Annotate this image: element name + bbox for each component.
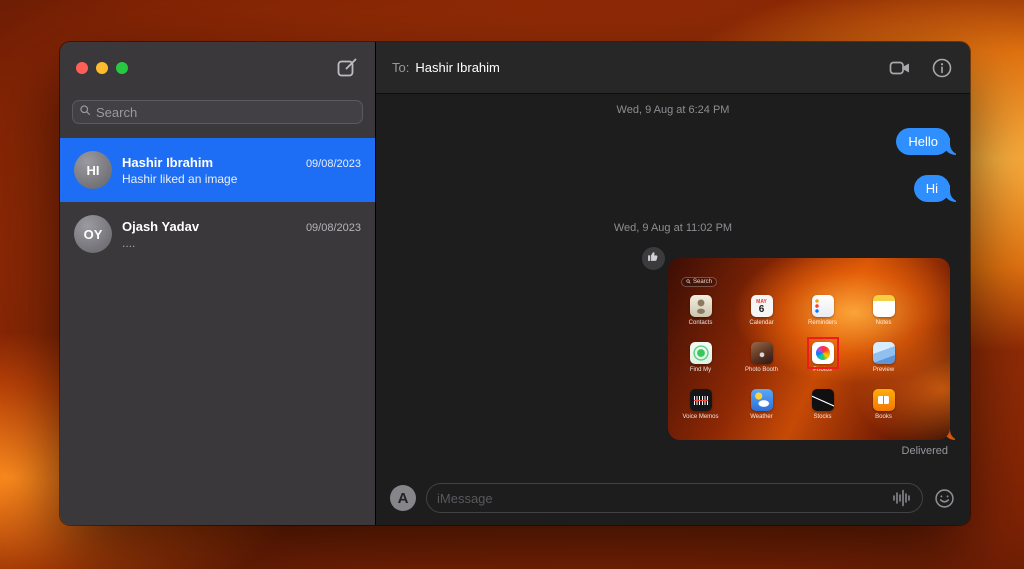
stocks-icon <box>812 389 834 411</box>
app-findmy: Find My <box>670 342 731 373</box>
delivery-status: Delivered <box>902 445 948 457</box>
video-camera-icon <box>888 68 912 83</box>
voicememos-icon <box>690 389 712 411</box>
imessage-apps-button[interactable]: A <box>390 485 416 511</box>
conversation-preview: Hashir liked an image <box>122 172 361 186</box>
recipient-field[interactable]: To: Hashir Ibrahim <box>392 60 870 75</box>
conversation-item-ojash[interactable]: OY Ojash Yadav 09/08/2023 .... <box>60 202 375 266</box>
conversation-date: 09/08/2023 <box>306 158 361 170</box>
conversation-name: Ojash Yadav <box>122 219 199 234</box>
app-photos: Photos <box>792 342 853 373</box>
search-icon <box>79 103 91 121</box>
conversation-sidebar: HI Hashir Ibrahim 09/08/2023 Hashir like… <box>60 42 375 525</box>
audio-waveform-icon <box>892 495 912 510</box>
details-button[interactable] <box>930 56 954 80</box>
app-preview: Preview <box>853 342 914 373</box>
compose-new-message-button[interactable] <box>335 56 359 80</box>
sent-message: Hi <box>914 175 950 202</box>
books-icon <box>873 389 895 411</box>
conversation-list[interactable]: HI Hashir Ibrahim 09/08/2023 Hashir like… <box>60 138 375 266</box>
app-photobooth: Photo Booth <box>731 342 792 373</box>
search-input[interactable] <box>96 105 356 120</box>
reminders-icon <box>812 295 834 317</box>
minimize-button[interactable] <box>96 62 108 74</box>
timestamp: Wed, 9 Aug at 6:24 PM <box>617 104 730 116</box>
audio-message-button[interactable] <box>892 489 912 507</box>
app-stocks: Stocks <box>792 389 853 420</box>
conversation-item-hashir[interactable]: HI Hashir Ibrahim 09/08/2023 Hashir like… <box>60 138 375 202</box>
emoji-picker-button[interactable] <box>933 487 956 510</box>
weather-icon <box>751 389 773 411</box>
contacts-icon <box>690 295 712 317</box>
zoom-button[interactable] <box>116 62 128 74</box>
sent-message: Hello <box>896 128 950 155</box>
message-bubble: Hello <box>896 128 950 155</box>
messages-window: HI Hashir Ibrahim 09/08/2023 Hashir like… <box>60 42 970 525</box>
conversation-date: 09/08/2023 <box>306 222 361 234</box>
app-calendar: MAY 6 Calendar <box>731 295 792 326</box>
app-reminders: Reminders <box>792 295 853 326</box>
launchpad-search-label: Search <box>693 279 712 285</box>
chat-pane: To: Hashir Ibrahim <box>375 42 970 525</box>
imessage-input[interactable] <box>437 491 884 506</box>
app-contacts: Contacts <box>670 295 731 326</box>
search-field[interactable] <box>72 100 363 124</box>
avatar: HI <box>74 151 112 189</box>
emoji-smiley-icon <box>933 498 956 513</box>
video-call-button[interactable] <box>888 56 912 80</box>
notes-icon <box>873 295 895 317</box>
app-books: Books <box>853 389 914 420</box>
message-input-field[interactable] <box>426 483 923 513</box>
to-label: To: <box>392 60 409 75</box>
chat-header: To: Hashir Ibrahim <box>376 42 970 94</box>
conversation-preview: .... <box>122 236 361 250</box>
sidebar-header <box>60 42 375 94</box>
magnifier-icon <box>686 279 691 286</box>
avatar: OY <box>74 215 112 253</box>
thumbs-up-icon <box>647 250 660 268</box>
info-icon <box>930 68 954 83</box>
sent-image-message[interactable]: Search Contacts MAY 6 Calendar <box>668 258 950 440</box>
app-store-icon: A <box>398 490 409 507</box>
preview-icon <box>873 342 895 364</box>
photobooth-icon <box>751 342 773 364</box>
message-bubble: Hi <box>914 175 950 202</box>
compose-icon <box>335 68 359 83</box>
timestamp: Wed, 9 Aug at 11:02 PM <box>614 222 732 234</box>
conversation-name: Hashir Ibrahim <box>122 155 213 170</box>
recipient-name: Hashir Ibrahim <box>415 60 500 75</box>
message-composer: A <box>376 471 970 525</box>
window-controls <box>76 62 128 74</box>
message-transcript[interactable]: Wed, 9 Aug at 6:24 PM Hello Hi Wed, 9 Au… <box>376 94 970 471</box>
close-button[interactable] <box>76 62 88 74</box>
tapback-badge[interactable] <box>640 245 667 272</box>
findmy-icon <box>690 342 712 364</box>
image-attachment-launchpad-screenshot[interactable]: Search Contacts MAY 6 Calendar <box>668 258 950 440</box>
app-voicememos: Voice Memos <box>670 389 731 420</box>
red-annotation-box <box>807 337 839 369</box>
calendar-icon: MAY 6 <box>751 295 773 317</box>
launchpad-search-pill: Search <box>681 277 717 287</box>
launchpad-app-grid: Contacts MAY 6 Calendar Reminders <box>670 295 914 436</box>
app-notes: Notes <box>853 295 914 326</box>
app-weather: Weather <box>731 389 792 420</box>
